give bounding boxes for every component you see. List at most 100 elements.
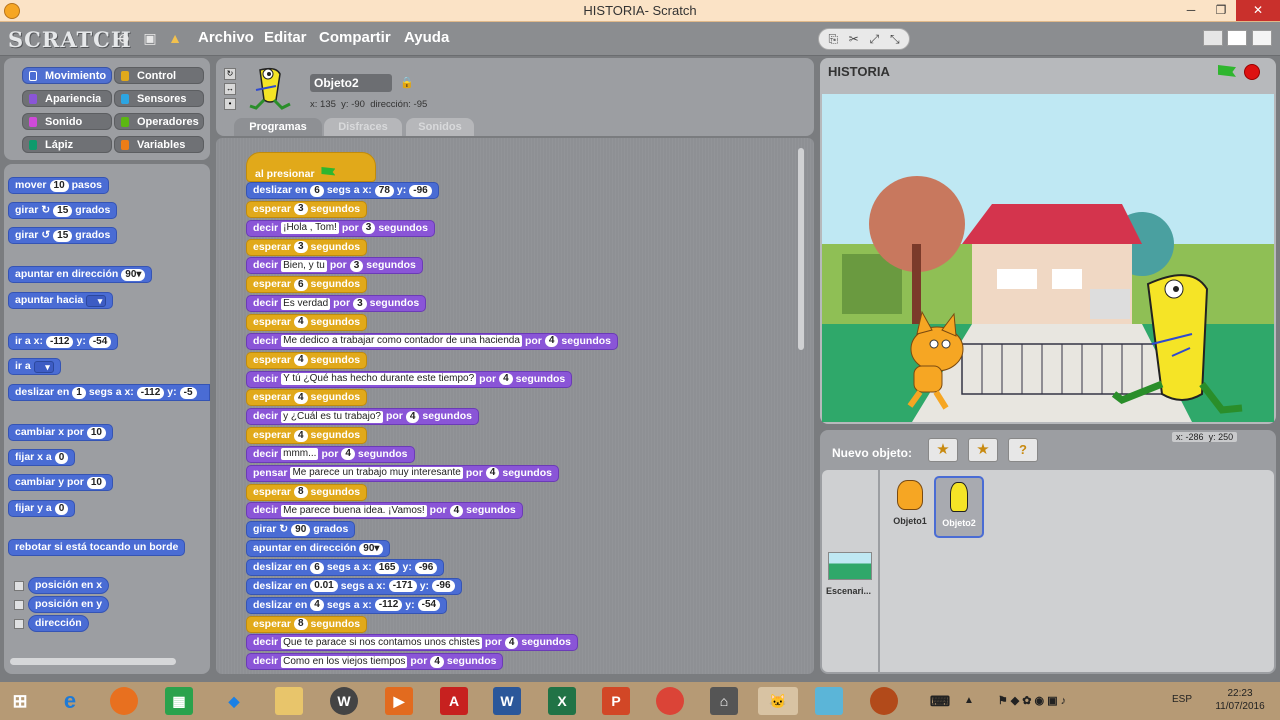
scripts-scrollbar[interactable] [798, 148, 804, 350]
dropbox-icon[interactable]: ◆ [220, 687, 248, 715]
number-slot[interactable]: -5 [179, 386, 197, 399]
text-slot[interactable]: Bien, y tu [281, 259, 327, 272]
block-girar-derecha[interactable]: girar ↻ 15 grados [8, 202, 118, 219]
number-slot[interactable]: 4 [293, 316, 308, 329]
grow-tool-icon[interactable]: ⤢ [865, 31, 883, 47]
text-slot[interactable]: Me parece buena idea. ¡Vamos! [281, 504, 427, 517]
number-slot[interactable]: 78 [374, 184, 394, 197]
target-dropdown[interactable]: ▾ [86, 294, 107, 307]
share-icon[interactable]: ▲ [167, 30, 183, 46]
shrink-tool-icon[interactable]: ⤡ [886, 31, 904, 47]
number-slot[interactable]: 4 [430, 655, 444, 668]
block-deslizar[interactable]: deslizar en 1 segs a x: -112 y: -5 [8, 384, 210, 401]
number-slot[interactable]: -54 [417, 599, 441, 612]
script-block-control[interactable]: esperar 8 segundos [246, 615, 368, 633]
script-block-looks[interactable]: decir Me dedico a trabajar como contador … [246, 332, 619, 350]
green-flag-icon[interactable] [1218, 65, 1236, 77]
stage-thumbnail[interactable] [828, 552, 872, 580]
store-icon[interactable]: ▦ [165, 687, 193, 715]
number-slot[interactable]: 6 [310, 184, 324, 197]
reporter-direccion[interactable]: dirección [28, 615, 89, 632]
script-block-looks[interactable]: decir Que te parace si nos contamos unos … [246, 634, 578, 652]
number-slot[interactable]: 1 [72, 386, 86, 399]
save-icon[interactable]: ▣ [142, 30, 158, 46]
text-slot[interactable]: ¡Hola , Tom! [281, 222, 339, 235]
number-slot[interactable]: -96 [414, 561, 438, 574]
number-slot[interactable]: 4 [405, 410, 420, 423]
script-block-control[interactable]: esperar 3 segundos [246, 238, 368, 256]
category-lapiz[interactable]: Lápiz [22, 136, 112, 153]
start-button-icon[interactable]: ⊞ [6, 687, 34, 715]
script-block-control[interactable]: esperar 6 segundos [246, 276, 368, 294]
tab-programas[interactable]: Programas [234, 118, 322, 136]
tab-sonidos[interactable]: Sonidos [406, 118, 474, 136]
block-fijar-y[interactable]: fijar y a0 [8, 500, 76, 517]
category-sonido[interactable]: Sonido [22, 113, 112, 130]
number-slot[interactable]: 4 [499, 373, 513, 385]
app-icon[interactable] [815, 687, 843, 715]
tray-arrow-icon[interactable]: ▲ [962, 687, 976, 715]
number-slot[interactable]: 3 [353, 297, 367, 310]
app-icon[interactable]: ⌂ [710, 687, 738, 715]
number-slot[interactable]: 4 [485, 467, 500, 480]
category-variables[interactable]: Variables [114, 136, 204, 153]
presentation-mode-icon[interactable] [1252, 30, 1272, 46]
script-block-control[interactable]: esperar 4 segundos [246, 427, 368, 445]
number-slot[interactable]: 4 [449, 504, 464, 517]
script-block-looks[interactable]: decir Es verdad por 3 segundos [246, 295, 427, 313]
reporter-checkbox[interactable] [14, 600, 24, 610]
block-mover[interactable]: mover 10 pasos [8, 177, 109, 194]
number-slot[interactable]: 4 [504, 636, 519, 649]
target-dropdown[interactable]: ▾ [33, 360, 54, 373]
number-slot[interactable]: 15 [53, 204, 73, 217]
excel-icon[interactable]: X [548, 687, 576, 715]
number-slot[interactable]: 8 [293, 486, 308, 499]
menu-compartir[interactable]: Compartir [319, 29, 391, 46]
number-slot[interactable]: 10 [86, 426, 106, 439]
number-slot[interactable]: 3 [293, 203, 308, 216]
number-slot[interactable]: 6 [310, 561, 324, 574]
block-cambiar-x[interactable]: cambiar x por 10 [8, 424, 113, 441]
duplicate-tool-icon[interactable]: ⎘ [824, 31, 842, 47]
script-block-looks[interactable]: pensar Me parece un trabajo muy interesan… [246, 464, 559, 482]
script-block-looks[interactable]: decir mmm... por 4 segundos [246, 445, 415, 463]
number-slot[interactable]: 4 [293, 391, 308, 404]
script-block-control[interactable]: esperar 4 segundos [246, 389, 368, 407]
reporter-posicion-y[interactable]: posición en y [28, 596, 110, 613]
maximize-button[interactable]: ❐ [1206, 0, 1236, 21]
category-apariencia[interactable]: Apariencia [22, 90, 112, 107]
number-slot[interactable]: 4 [293, 354, 308, 367]
tab-disfraces[interactable]: Disfraces [324, 118, 402, 136]
media-player-icon[interactable]: ▶ [385, 687, 413, 715]
category-sensores[interactable]: Sensores [114, 90, 204, 107]
block-fijar-x[interactable]: fijar x a0 [8, 449, 76, 466]
script-block-looks[interactable]: decir y ¿Cuál es tu trabajo? por 4 segundos [246, 408, 480, 426]
number-slot[interactable]: 6 [293, 278, 308, 291]
dropdown-slot[interactable]: 90▾ [359, 542, 384, 555]
script-block-looks[interactable]: decir ¡Hola , Tom! por 3 segundos [246, 219, 435, 237]
rotation-style-free-icon[interactable]: ↻ [224, 68, 236, 80]
script-block-control[interactable]: esperar 3 segundos [246, 200, 368, 218]
app-icon[interactable] [870, 687, 898, 715]
number-slot[interactable]: 90 [291, 523, 311, 536]
text-slot[interactable]: Y tú ¿Qué has hecho durante este tiempo? [281, 373, 477, 385]
scratch-taskbar-icon[interactable]: 🐱 [758, 687, 798, 715]
number-slot[interactable]: 15 [53, 229, 73, 242]
small-stage-icon[interactable] [1203, 30, 1223, 46]
reporter-posicion-x[interactable]: posición en x [28, 577, 110, 594]
rotation-style-none-icon[interactable]: • [224, 98, 236, 110]
number-slot[interactable]: -54 [88, 335, 112, 348]
number-slot[interactable]: 3 [361, 222, 376, 235]
sprite-thumb-objeto2[interactable]: Objeto2 [934, 476, 984, 538]
rotation-style-flip-icon[interactable]: ↔ [224, 83, 236, 95]
script-block-looks[interactable]: decir Bien, y tu por 3 segundos [246, 257, 423, 275]
tray-icons[interactable]: ⚑ ◆ ✿ ◉ ▣ ♪ [984, 687, 1080, 715]
internet-explorer-icon[interactable]: e [56, 687, 84, 715]
block-apuntar-direccion[interactable]: apuntar en dirección 90▾ [8, 266, 153, 283]
paint-new-sprite-icon[interactable]: ★ [928, 438, 958, 462]
block-cambiar-y[interactable]: cambiar y por 10 [8, 474, 113, 491]
text-slot[interactable]: mmm... [281, 448, 319, 461]
direction-dropdown[interactable]: 90▾ [121, 268, 146, 281]
text-slot[interactable]: Me parece un trabajo muy interesante [290, 467, 463, 480]
number-slot[interactable]: -171 [388, 580, 417, 593]
